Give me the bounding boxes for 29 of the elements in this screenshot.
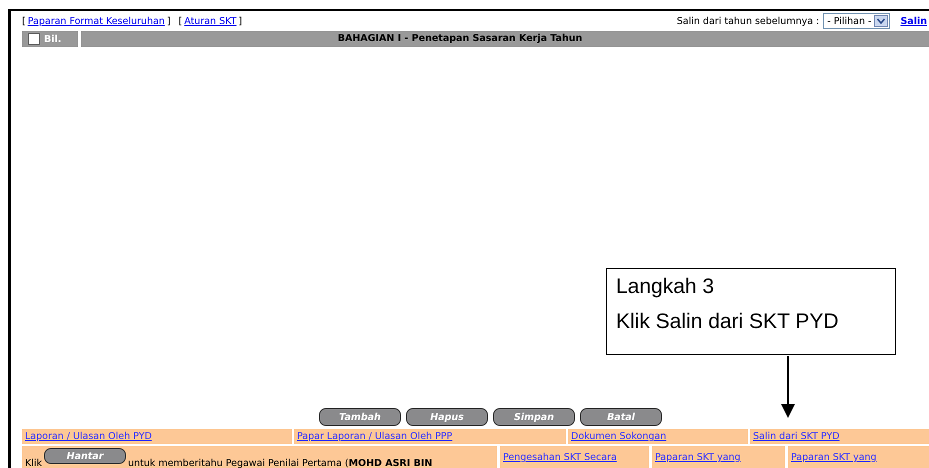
top-link[interactable]: Aturan SKT <box>184 16 236 26</box>
year-select[interactable]: - Pilihan - <box>823 13 890 29</box>
top-link[interactable]: Paparan Format Keseluruhan <box>28 16 165 26</box>
bracket: [ <box>22 16 26 26</box>
checkbox[interactable] <box>28 33 40 45</box>
callout-text: Klik Salin dari SKT PYD <box>616 312 840 332</box>
action-button[interactable]: Tambah <box>319 408 401 426</box>
nav-link[interactable]: Pengesahan SKT Secara <box>503 452 617 463</box>
bracket: ] <box>166 16 171 26</box>
instruction-text: untuk memberitahu Pegawai Penilai Pertama (MOHD ASRI BIN <box>128 458 432 468</box>
action-button[interactable]: Batal <box>580 408 662 426</box>
submit-button[interactable]: Hantar <box>44 448 126 464</box>
instruction-text: Klik <box>25 458 42 468</box>
nav-link[interactable]: Paparan SKT yang <box>655 452 741 463</box>
copy-label: Salin dari tahun sebelumnya : <box>676 16 820 26</box>
callout-text: Langkah 3 <box>616 277 716 297</box>
nav-link[interactable]: Paparan SKT yang <box>791 452 877 463</box>
nav-link[interactable]: Salin dari SKT PYD <box>753 431 840 442</box>
column-header: BAHAGIAN I - Penetapan Sasaran Kerja Tahun <box>81 31 929 47</box>
nav-link[interactable]: Dokumen Sokongan <box>571 431 666 442</box>
copy-link[interactable]: Salin <box>900 16 927 26</box>
action-button[interactable]: Simpan <box>493 408 575 426</box>
nav-link[interactable]: Laporan / Ulasan Oleh PYD <box>25 431 152 442</box>
bracket: [ <box>178 16 182 26</box>
action-button[interactable]: Hapus <box>406 408 488 426</box>
bracket: ] <box>238 16 242 26</box>
nav-link[interactable]: Papar Laporan / Ulasan Oleh PPP <box>297 431 452 442</box>
dropdown-arrow-icon <box>874 15 888 27</box>
column-header: Bil. <box>44 34 62 44</box>
